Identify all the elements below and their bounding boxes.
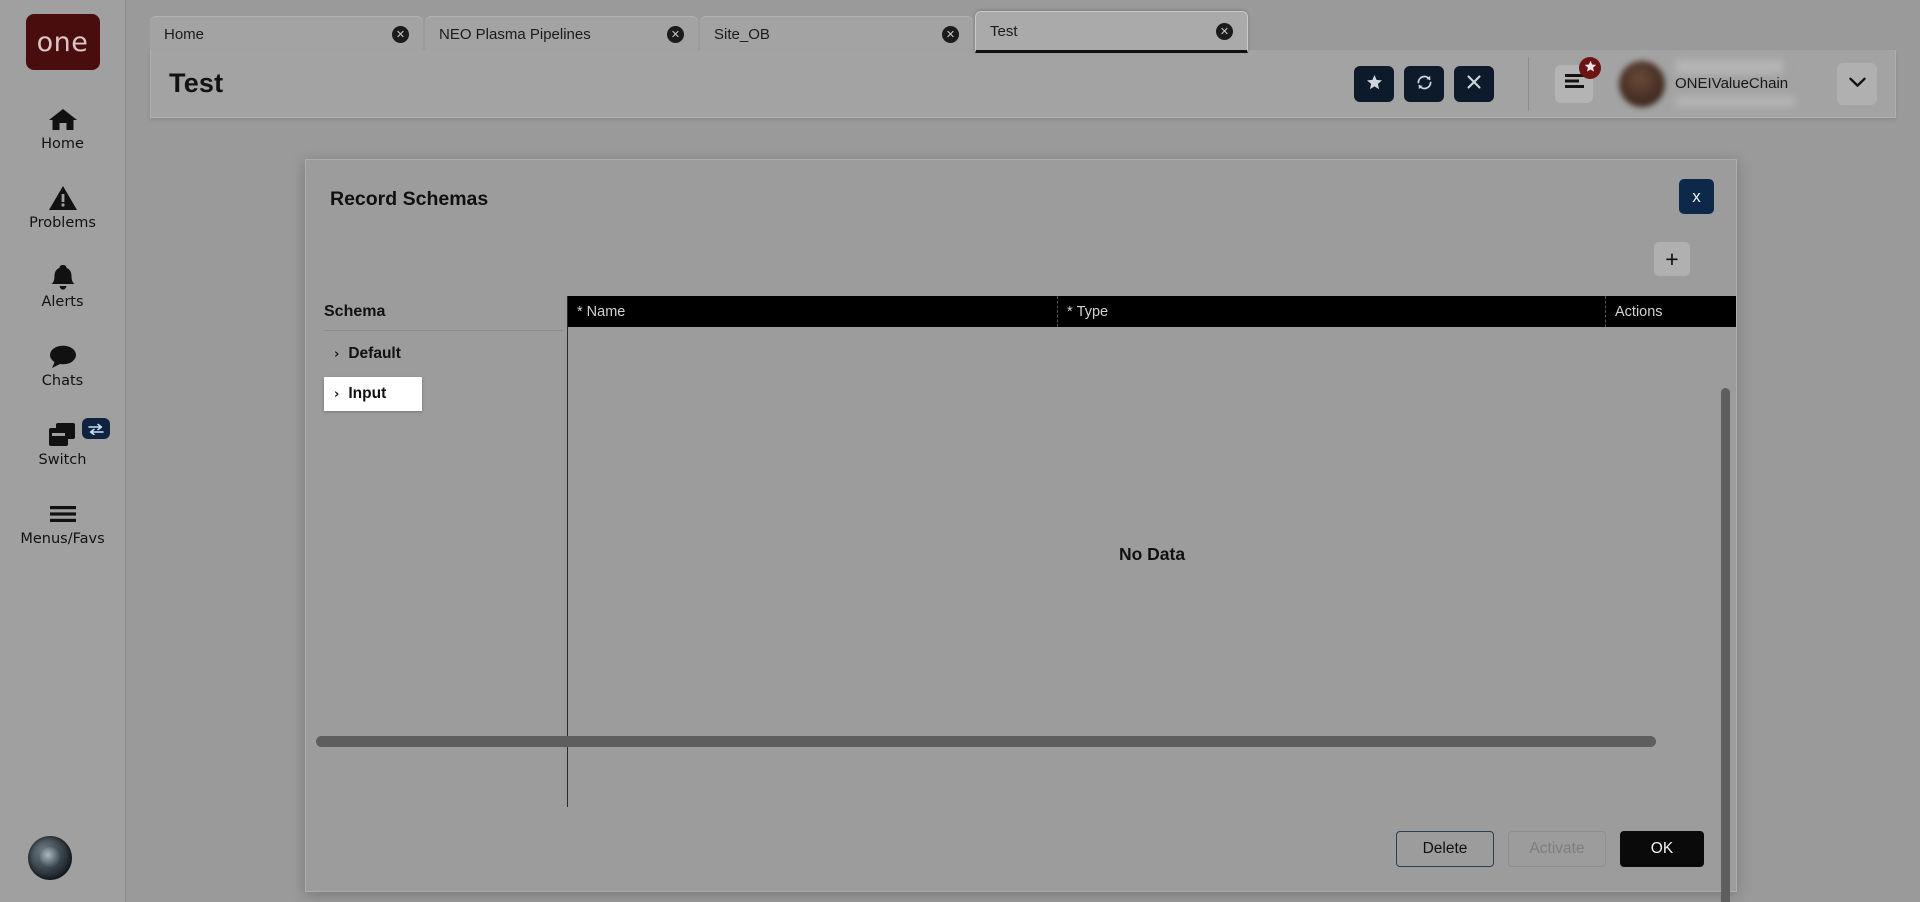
grid-column-actions[interactable]: Actions	[1606, 296, 1736, 327]
user-profile[interactable]: ONEIValueChain	[1619, 60, 1825, 107]
star-icon	[1366, 74, 1383, 94]
tab-test[interactable]: Test ✕	[975, 11, 1248, 53]
dialog-title: Record Schemas	[330, 188, 489, 210]
chevron-down-icon	[1848, 75, 1866, 93]
scrollbar-thumb[interactable]	[316, 736, 1656, 747]
schema-panel-header: Schema	[324, 303, 386, 320]
required-marker: *	[577, 303, 583, 320]
home-icon	[46, 105, 80, 133]
tab-label: NEO Plasma Pipelines	[439, 26, 591, 43]
tab-close-icon[interactable]: ✕	[667, 26, 684, 43]
sidebar-item-home[interactable]: Home	[0, 96, 125, 159]
tab-strip: Home ✕ NEO Plasma Pipelines ✕ Site_OB ✕ …	[150, 11, 1250, 53]
hamburger-icon	[46, 500, 80, 528]
sidebar-item-chats[interactable]: Chats	[0, 333, 125, 396]
record-schemas-dialog: Record Schemas x + Schema › Default › In…	[305, 159, 1737, 902]
close-view-button[interactable]	[1454, 65, 1494, 102]
swap-arrows-icon[interactable]	[81, 418, 110, 439]
x-icon	[1466, 74, 1482, 93]
close-icon: x	[1692, 186, 1701, 206]
grid-column-name[interactable]: * Name	[568, 296, 1058, 327]
sidebar-item-alerts[interactable]: Alerts	[0, 254, 125, 317]
header-action-buttons	[1354, 65, 1494, 102]
refresh-button[interactable]	[1404, 65, 1444, 102]
user-subtext	[1675, 95, 1795, 107]
ok-button[interactable]: OK	[1620, 831, 1704, 867]
tab-label: Home	[164, 26, 205, 43]
favorite-button[interactable]	[1354, 65, 1394, 102]
tab-label: Site_OB	[714, 26, 770, 43]
required-marker: *	[1067, 303, 1073, 320]
schema-node-input[interactable]: › Input	[324, 377, 423, 411]
sidebar-item-label: Home	[41, 136, 84, 152]
add-row-button[interactable]: +	[1654, 242, 1690, 276]
menu-badge	[1579, 56, 1601, 79]
delete-button[interactable]: Delete	[1396, 831, 1494, 867]
dialog-header: Record Schemas x	[306, 160, 1736, 234]
user-menu-toggle[interactable]	[1837, 62, 1877, 105]
tab-neo-plasma-pipelines[interactable]: NEO Plasma Pipelines ✕	[425, 16, 698, 53]
hamburger-icon	[1564, 73, 1585, 94]
header-divider	[1528, 56, 1529, 111]
grid-column-type[interactable]: * Type	[1058, 296, 1606, 327]
dialog-close-button[interactable]: x	[1679, 179, 1714, 214]
user-org: ONEIValueChain	[1675, 75, 1789, 93]
brand-logo[interactable]: one	[25, 14, 100, 70]
sidebar-item-label: Switch	[38, 452, 87, 468]
user-meta: ONEIValueChain	[1675, 60, 1825, 107]
schema-fields-grid: * Name * Type Actions No Data	[568, 296, 1736, 807]
sidebar-nav: Home Problems Alerts Chats Switch Menus/…	[0, 96, 125, 554]
schema-panel-divider	[324, 330, 563, 331]
tab-close-icon[interactable]: ✕	[1216, 22, 1233, 40]
chevron-right-icon[interactable]: ›	[334, 387, 339, 402]
page-header-bar: Test ONEIValueChain	[150, 50, 1896, 118]
dialog-vertical-scrollbar[interactable]	[1721, 388, 1730, 902]
page-title: Test	[169, 68, 224, 98]
grid-header-row: * Name * Type Actions	[568, 296, 1736, 327]
menu-button-wrap	[1555, 56, 1601, 103]
tab-close-icon[interactable]: ✕	[942, 26, 959, 43]
tab-label: Test	[990, 22, 1018, 40]
sidebar-item-switch[interactable]: Switch	[0, 412, 125, 475]
chevron-right-icon[interactable]: ›	[334, 347, 339, 362]
sidebar-item-problems[interactable]: Problems	[0, 175, 125, 238]
warning-triangle-icon	[46, 184, 80, 212]
left-sidebar: one Home Problems Alerts Chats Switch Me…	[0, 0, 126, 902]
schema-node-label: Default	[348, 345, 401, 362]
sidebar-avatar[interactable]	[28, 836, 72, 880]
schema-node-default[interactable]: › Default	[324, 337, 420, 371]
sidebar-item-label: Chats	[41, 373, 84, 389]
grid-empty-message: No Data	[1118, 543, 1186, 564]
user-name	[1675, 60, 1783, 75]
grid-column-label: Actions	[1615, 303, 1663, 320]
app-root: one Home Problems Alerts Chats Switch Me…	[0, 0, 1920, 902]
tab-site-ob[interactable]: Site_OB ✕	[700, 16, 973, 53]
grid-column-label: Name	[586, 303, 626, 320]
dialog-toolbar: +	[306, 234, 1736, 296]
dialog-body: Schema › Default › Input * Name * Type A…	[306, 296, 1736, 902]
star-icon	[1584, 60, 1597, 76]
sidebar-item-label: Alerts	[41, 294, 84, 310]
tab-close-icon[interactable]: ✕	[392, 26, 409, 43]
refresh-icon	[1415, 73, 1434, 95]
grid-column-label: Type	[1076, 303, 1109, 320]
activate-button[interactable]: Activate	[1508, 831, 1606, 867]
avatar	[1619, 60, 1665, 107]
chat-bubble-icon	[46, 342, 80, 370]
dialog-footer: Delete Activate OK	[306, 807, 1736, 891]
schema-node-label: Input	[348, 385, 387, 402]
sidebar-item-label: Menus/Favs	[20, 531, 105, 547]
sidebar-item-label: Problems	[29, 215, 96, 231]
work-area: Home ✕ NEO Plasma Pipelines ✕ Site_OB ✕ …	[126, 0, 1920, 902]
switch-icon-wrap	[46, 418, 110, 449]
sidebar-item-menus-favs[interactable]: Menus/Favs	[0, 491, 125, 554]
bell-icon	[46, 263, 80, 291]
grid-horizontal-scrollbar[interactable]	[316, 736, 1656, 747]
schema-tree-panel: Schema › Default › Input	[306, 296, 568, 807]
windows-stack-icon	[46, 421, 80, 449]
tab-home[interactable]: Home ✕	[150, 16, 423, 53]
